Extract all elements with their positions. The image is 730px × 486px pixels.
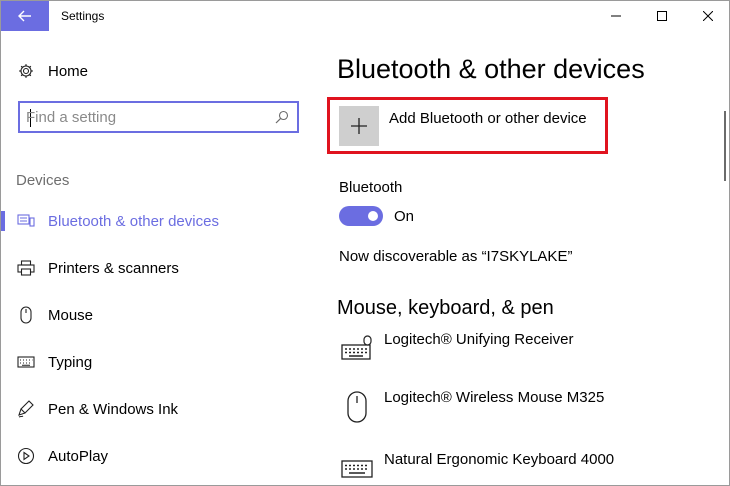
sidebar-item-bluetooth[interactable]: Bluetooth & other devices bbox=[1, 201, 319, 241]
sidebar-item-typing[interactable]: Typing bbox=[1, 342, 319, 382]
keyboard-icon bbox=[16, 352, 36, 372]
minimize-button[interactable] bbox=[593, 1, 639, 31]
discoverable-text: Now discoverable as “I7SKYLAKE” bbox=[339, 248, 573, 265]
main-content: Bluetooth & other devices Add Bluetooth … bbox=[319, 31, 711, 485]
bluetooth-label: Bluetooth bbox=[339, 179, 403, 196]
pen-icon bbox=[16, 399, 36, 419]
back-button[interactable] bbox=[1, 1, 49, 31]
device-item-ergonomic-keyboard[interactable]: Natural Ergonomic Keyboard 4000 bbox=[339, 451, 679, 485]
device-name: Natural Ergonomic Keyboard 4000 bbox=[384, 451, 615, 468]
sidebar-item-mouse[interactable]: Mouse bbox=[1, 295, 319, 335]
maximize-icon bbox=[657, 11, 667, 21]
sidebar: Home Devices Bluetooth & other devices bbox=[1, 31, 319, 485]
scrollbar[interactable] bbox=[721, 31, 729, 485]
sidebar-item-label: Printers & scanners bbox=[48, 259, 179, 277]
search-icon[interactable] bbox=[275, 110, 289, 124]
sidebar-item-label: AutoPlay bbox=[48, 447, 109, 465]
back-arrow-icon bbox=[18, 10, 31, 22]
section-heading-devices: Devices bbox=[16, 172, 70, 189]
plus-icon bbox=[339, 106, 379, 146]
search-field[interactable] bbox=[18, 101, 299, 133]
keyboard-icon bbox=[339, 451, 375, 485]
device-name: Logitech® Wireless Mouse M325 bbox=[384, 389, 605, 406]
active-indicator bbox=[1, 211, 5, 231]
device-name: Logitech® Unifying Receiver bbox=[384, 331, 574, 348]
keyboard-mouse-icon bbox=[339, 331, 375, 367]
close-icon bbox=[703, 11, 713, 21]
maximize-button[interactable] bbox=[639, 1, 685, 31]
device-item-unifying-receiver[interactable]: Logitech® Unifying Receiver bbox=[339, 331, 679, 375]
sidebar-item-home[interactable]: Home bbox=[1, 51, 319, 91]
devices-heading: Mouse, keyboard, & pen bbox=[337, 297, 554, 319]
settings-window: Settings Home Find a setting Devices Blu… bbox=[0, 0, 730, 486]
title-bar: Settings bbox=[1, 1, 729, 31]
device-item-wireless-mouse[interactable]: Logitech® Wireless Mouse M325 bbox=[339, 389, 679, 433]
scrollbar-thumb[interactable] bbox=[724, 111, 726, 181]
sidebar-item-label: Typing bbox=[48, 353, 93, 371]
bluetooth-devices-icon bbox=[16, 211, 36, 231]
page-title: Bluetooth & other devices bbox=[337, 54, 645, 84]
sidebar-item-autoplay[interactable]: AutoPlay bbox=[1, 436, 319, 476]
search-input[interactable] bbox=[26, 107, 271, 127]
bluetooth-toggle[interactable] bbox=[339, 206, 383, 226]
add-device-label: Add Bluetooth or other device bbox=[389, 110, 587, 127]
mouse-icon bbox=[16, 305, 36, 325]
printer-icon bbox=[16, 258, 36, 278]
sidebar-item-printers[interactable]: Printers & scanners bbox=[1, 248, 319, 288]
sidebar-item-label: Mouse bbox=[48, 306, 94, 324]
window-title: Settings bbox=[61, 9, 105, 23]
close-button[interactable] bbox=[685, 1, 729, 31]
bluetooth-state: On bbox=[394, 208, 415, 225]
autoplay-icon bbox=[16, 446, 36, 466]
sidebar-item-label: Pen & Windows Ink bbox=[48, 400, 179, 418]
add-device-button[interactable]: Add Bluetooth or other device bbox=[339, 106, 605, 150]
toggle-knob bbox=[368, 211, 378, 221]
sidebar-item-label: Bluetooth & other devices bbox=[48, 212, 219, 230]
gear-icon bbox=[16, 61, 36, 81]
sidebar-item-pen[interactable]: Pen & Windows Ink bbox=[1, 389, 319, 429]
minimize-icon bbox=[611, 15, 621, 17]
mouse-icon bbox=[339, 389, 375, 425]
sidebar-item-label: Home bbox=[48, 62, 89, 80]
